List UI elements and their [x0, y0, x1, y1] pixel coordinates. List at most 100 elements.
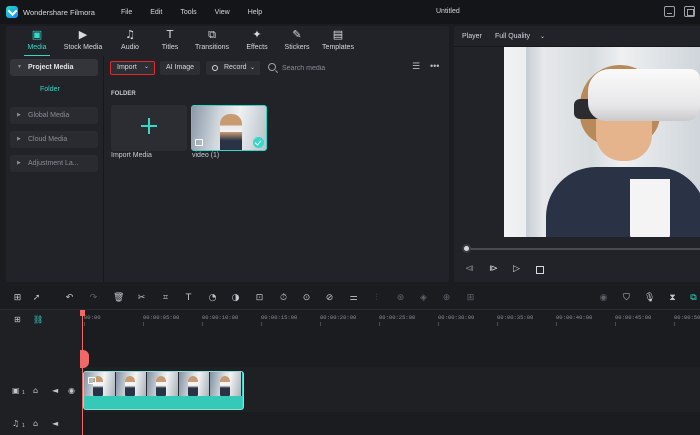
stop-icon[interactable]	[536, 266, 544, 274]
import-button[interactable]: Import ⌄	[110, 61, 155, 75]
ai-image-button[interactable]: AI Image	[160, 61, 200, 75]
playback-scrubber[interactable]	[466, 248, 700, 250]
tab-media[interactable]: ▣ Media	[24, 29, 50, 51]
menu-help[interactable]: Help	[248, 9, 262, 16]
tab-titles-label: Titles	[161, 44, 179, 51]
sidebar-item-project-media[interactable]: ▼ Project Media	[10, 59, 98, 76]
sidebar-item-adjustment-layer[interactable]: ▶ Adjustment La...	[10, 155, 98, 172]
tab-audio-label: Audio	[121, 44, 139, 51]
previous-frame-icon[interactable]: ⧏	[465, 265, 474, 274]
menu-edit[interactable]: Edit	[150, 9, 162, 16]
chevron-down-icon: ⌄	[143, 64, 149, 70]
undo-icon[interactable]: ↶	[64, 293, 75, 304]
ruler-time-label: 00:00:25:00	[379, 314, 416, 321]
menu-tools[interactable]: Tools	[180, 9, 196, 16]
search-input[interactable]	[282, 62, 392, 74]
speed-icon[interactable]: ◔	[207, 293, 218, 304]
ruler-tick	[84, 322, 85, 326]
color-icon[interactable]: ◑	[230, 293, 241, 304]
delete-icon[interactable]: 🗑	[113, 293, 124, 304]
menu-file[interactable]: File	[121, 9, 132, 16]
tab-templates[interactable]: ▤ Templates	[320, 29, 356, 51]
link-icon[interactable]: ⛓	[33, 316, 43, 324]
preview-viewport[interactable]	[504, 47, 700, 237]
play-circle-icon[interactable]: ◉	[598, 293, 609, 304]
text-icon[interactable]: T	[183, 293, 194, 304]
playhead-handle[interactable]	[80, 350, 89, 368]
zoom-fit-icon[interactable]: ⧉	[688, 293, 699, 304]
shield-icon[interactable]: ⛉	[621, 293, 632, 304]
sidebar-item-folder[interactable]: Folder	[10, 81, 98, 98]
audio-wave-icon[interactable]: ⫶	[371, 293, 382, 304]
audio-track[interactable]	[82, 412, 700, 435]
app-name: Wondershare Filmora	[23, 7, 95, 17]
ruler-tick	[379, 322, 380, 326]
tab-transitions[interactable]: ⧉ Transitions	[192, 29, 232, 51]
sidebar-item-global-media[interactable]: ▶ Global Media	[10, 107, 98, 124]
render-icon[interactable]: ⊞	[465, 293, 476, 304]
redo-icon[interactable]: ↷	[88, 293, 99, 304]
player-label: Player	[462, 33, 482, 40]
microphone-icon[interactable]: 🎙	[644, 293, 655, 304]
ai-tool-icon[interactable]: ⊕	[441, 293, 452, 304]
playhead[interactable]	[82, 310, 83, 435]
menu-bar: File Edit Tools View Help	[121, 9, 280, 16]
tab-effects[interactable]: ✦ Effects	[242, 29, 272, 51]
quality-select[interactable]: Full Quality ⌄	[495, 33, 545, 40]
scrubber-handle[interactable]	[462, 244, 471, 253]
import-media-tile[interactable]	[111, 105, 187, 151]
adjust-sliders-icon[interactable]: ⚌	[348, 293, 359, 304]
ruler-tick	[202, 322, 203, 326]
sparkle-icon: ✦	[252, 28, 262, 41]
background-pillar	[526, 47, 544, 237]
caret-down-icon: ▼	[17, 64, 22, 70]
quality-select-value: Full Quality	[495, 33, 531, 40]
video-clip[interactable]	[83, 371, 244, 410]
audio-track-number: 1	[22, 423, 25, 429]
layout-grid-icon[interactable]: ⊞	[12, 293, 23, 304]
caret-right-icon: ▶	[17, 160, 21, 166]
tab-titles[interactable]: T Titles	[157, 29, 183, 51]
keyframe-icon[interactable]: ◈	[418, 293, 429, 304]
menu-view[interactable]: View	[215, 9, 230, 16]
tab-audio[interactable]: ♫ Audio	[116, 29, 144, 51]
import-media-label: Import Media	[111, 152, 152, 159]
clip-frame-thumbnail	[178, 372, 211, 396]
snapshot-icon[interactable]: ⊙	[301, 293, 312, 304]
step-forward-icon[interactable]: ⧐	[489, 265, 498, 274]
sidebar-item-cloud-media[interactable]: ▶ Cloud Media	[10, 131, 98, 148]
ruler-tick	[497, 322, 498, 326]
clip-frame-thumbnail	[147, 372, 179, 396]
split-scissors-icon[interactable]: ✂	[136, 293, 147, 304]
split-audio-icon[interactable]: ⧗	[667, 293, 678, 304]
play-icon[interactable]: ▷	[513, 265, 520, 274]
timeline-ruler[interactable]: 00:00 00:00:05:00 00:00:10:00 00:00:15:00 00…	[82, 310, 700, 326]
minimize-icon[interactable]	[664, 6, 675, 17]
auto-reframe-icon[interactable]: ⊡	[254, 293, 265, 304]
lock-icon[interactable]: ⌂	[33, 387, 38, 395]
video-thumbnail[interactable]	[191, 105, 267, 151]
lock-icon[interactable]: ⌂	[33, 420, 38, 428]
record-button-label: Record	[224, 64, 247, 71]
speaker-icon[interactable]: ◄	[52, 387, 58, 395]
mask-icon[interactable]: ⊘	[324, 293, 335, 304]
filter-icon[interactable]: ☰	[412, 63, 423, 72]
record-button[interactable]: Record ⌄	[206, 61, 260, 75]
tab-stickers[interactable]: ✎ Stickers	[282, 29, 312, 51]
select-pointer-icon[interactable]: ➚	[31, 293, 42, 304]
timer-icon[interactable]: ⏱	[278, 293, 289, 304]
eye-icon[interactable]: ◉	[68, 387, 75, 395]
speaker-icon[interactable]: ◄	[52, 420, 58, 428]
import-button-label: Import	[117, 64, 137, 71]
ruler-time-label: 00:00:20:00	[320, 314, 357, 321]
more-options-icon[interactable]: •••	[430, 61, 439, 71]
crop-icon[interactable]: ⌗	[160, 293, 171, 304]
add-track-icon[interactable]: ⊞	[14, 316, 21, 324]
video-track-number: 1	[22, 390, 25, 396]
playhead-marker[interactable]	[80, 310, 85, 316]
maximize-icon[interactable]	[684, 6, 695, 17]
motion-track-icon[interactable]: ⊛	[395, 293, 406, 304]
media-tab-bar: ▣ Media ▶ Stock Media ♫ Audio T Titles ⧉…	[6, 26, 449, 56]
sidebar-item-label: Adjustment La...	[28, 160, 79, 167]
tab-stock-media[interactable]: ▶ Stock Media	[58, 29, 108, 51]
